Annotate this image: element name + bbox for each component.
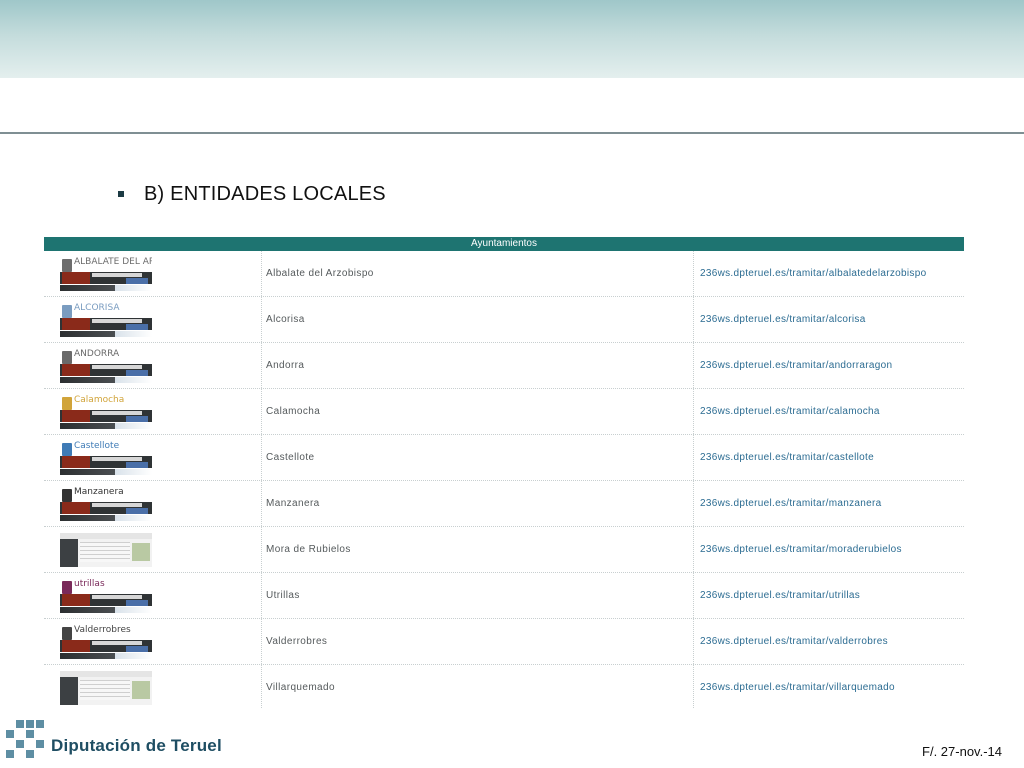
site-thumbnail-cell: Manzanera — [44, 481, 262, 526]
site-thumbnail: ANDORRA — [60, 349, 152, 383]
table-body: ALBALATE DEL ARZOBISPO Albalate del Arzob… — [44, 251, 964, 709]
table-row: ALCORISA Alcorisa 236ws.dpteruel.es/tramit… — [44, 297, 964, 343]
table-row: Mora de Rubielos 236ws.dpteruel.es/tramit… — [44, 527, 964, 573]
table-row: Manzanera Manzanera 236ws.dpteruel.es/tram… — [44, 481, 964, 527]
crest-icon — [62, 259, 72, 272]
municipality-url-link[interactable]: 236ws.dpteruel.es/tramitar/villarquemado — [694, 665, 964, 709]
municipality-name: Manzanera — [262, 481, 694, 526]
municipality-url-link[interactable]: 236ws.dpteruel.es/tramitar/castellote — [694, 435, 964, 480]
table-row: Castellote Castellote 236ws.dpteruel.es/tr… — [44, 435, 964, 481]
municipality-name: Villarquemado — [262, 665, 694, 709]
municipality-url-link[interactable]: 236ws.dpteruel.es/tramitar/albalatedelar… — [694, 251, 964, 296]
site-thumbnail-cell: ANDORRA — [44, 343, 262, 388]
municipality-url-link[interactable]: 236ws.dpteruel.es/tramitar/calamocha — [694, 389, 964, 434]
municipality-name: Calamocha — [262, 389, 694, 434]
thumbnail-town-label: ALCORISA — [74, 303, 120, 313]
footer-date: F/. 27-nov.-14 — [922, 744, 1002, 759]
thumbnail-town-label: Valderrobres — [74, 625, 131, 635]
site-thumbnail: utrillas — [60, 579, 152, 613]
site-thumbnail-cell: ALBALATE DEL ARZOBISPO — [44, 251, 262, 296]
site-thumbnail: Valderrobres — [60, 625, 152, 659]
municipality-url-link[interactable]: 236ws.dpteruel.es/tramitar/manzanera — [694, 481, 964, 526]
table-row: ANDORRA Andorra 236ws.dpteruel.es/tramitar… — [44, 343, 964, 389]
municipality-name: Albalate del Arzobispo — [262, 251, 694, 296]
site-thumbnail-cell: ALCORISA — [44, 297, 262, 342]
thumbnail-town-label: Calamocha — [74, 395, 125, 405]
header-divider — [0, 132, 1024, 134]
section-heading-text: B) ENTIDADES LOCALES — [144, 182, 386, 205]
crest-icon — [62, 489, 72, 502]
municipality-url-link[interactable]: 236ws.dpteruel.es/tramitar/moraderubielo… — [694, 527, 964, 572]
site-thumbnail-cell: Castellote — [44, 435, 262, 480]
header-band — [0, 0, 1024, 78]
municipality-name: Utrillas — [262, 573, 694, 618]
thumbnail-town-label: Manzanera — [74, 487, 124, 497]
site-thumbnail: Calamocha — [60, 395, 152, 429]
site-thumbnail: Manzanera — [60, 487, 152, 521]
municipality-name: Castellote — [262, 435, 694, 480]
table-row: Villarquemado 236ws.dpteruel.es/tramitar/… — [44, 665, 964, 709]
thumbnail-town-label: ALBALATE DEL ARZOBISPO — [74, 257, 152, 267]
municipality-url-link[interactable]: 236ws.dpteruel.es/tramitar/utrillas — [694, 573, 964, 618]
site-thumbnail-cell: Valderrobres — [44, 619, 262, 664]
footer-brand: Diputación de Teruel — [51, 736, 222, 755]
table-header: Ayuntamientos — [44, 237, 964, 251]
site-thumbnail — [60, 533, 152, 567]
thumbnail-town-label: utrillas — [74, 579, 105, 589]
crest-icon — [62, 397, 72, 410]
bullet-icon — [118, 191, 124, 197]
section-heading: B) ENTIDADES LOCALES — [118, 181, 386, 207]
municipality-url-link[interactable]: 236ws.dpteruel.es/tramitar/valderrobres — [694, 619, 964, 664]
site-thumbnail — [60, 671, 152, 705]
site-thumbnail-cell — [44, 665, 262, 709]
municipality-name: Mora de Rubielos — [262, 527, 694, 572]
crest-icon — [62, 627, 72, 640]
municipality-name: Andorra — [262, 343, 694, 388]
municipality-name: Alcorisa — [262, 297, 694, 342]
site-thumbnail-cell — [44, 527, 262, 572]
table-row: Calamocha Calamocha 236ws.dpteruel.es/tram… — [44, 389, 964, 435]
table-row: Valderrobres Valderrobres 236ws.dpteruel.e… — [44, 619, 964, 665]
site-thumbnail: Castellote — [60, 441, 152, 475]
site-thumbnail-cell: Calamocha — [44, 389, 262, 434]
municipality-url-link[interactable]: 236ws.dpteruel.es/tramitar/alcorisa — [694, 297, 964, 342]
site-thumbnail: ALCORISA — [60, 303, 152, 337]
site-thumbnail: ALBALATE DEL ARZOBISPO — [60, 257, 152, 291]
crest-icon — [62, 351, 72, 364]
crest-icon — [62, 443, 72, 456]
table-row: ALBALATE DEL ARZOBISPO Albalate del Arzob… — [44, 251, 964, 297]
site-thumbnail-cell: utrillas — [44, 573, 262, 618]
thumbnail-town-label: Castellote — [74, 441, 120, 451]
thumbnail-town-label: ANDORRA — [74, 349, 120, 359]
crest-icon — [62, 581, 72, 594]
crest-icon — [62, 305, 72, 318]
table-row: utrillas Utrillas 236ws.dpteruel.es/tramit… — [44, 573, 964, 619]
municipality-url-link[interactable]: 236ws.dpteruel.es/tramitar/andorraragon — [694, 343, 964, 388]
municipality-name: Valderrobres — [262, 619, 694, 664]
ayuntamientos-table: Ayuntamientos ALBALATE DEL ARZOBISPO Alba… — [44, 237, 964, 709]
